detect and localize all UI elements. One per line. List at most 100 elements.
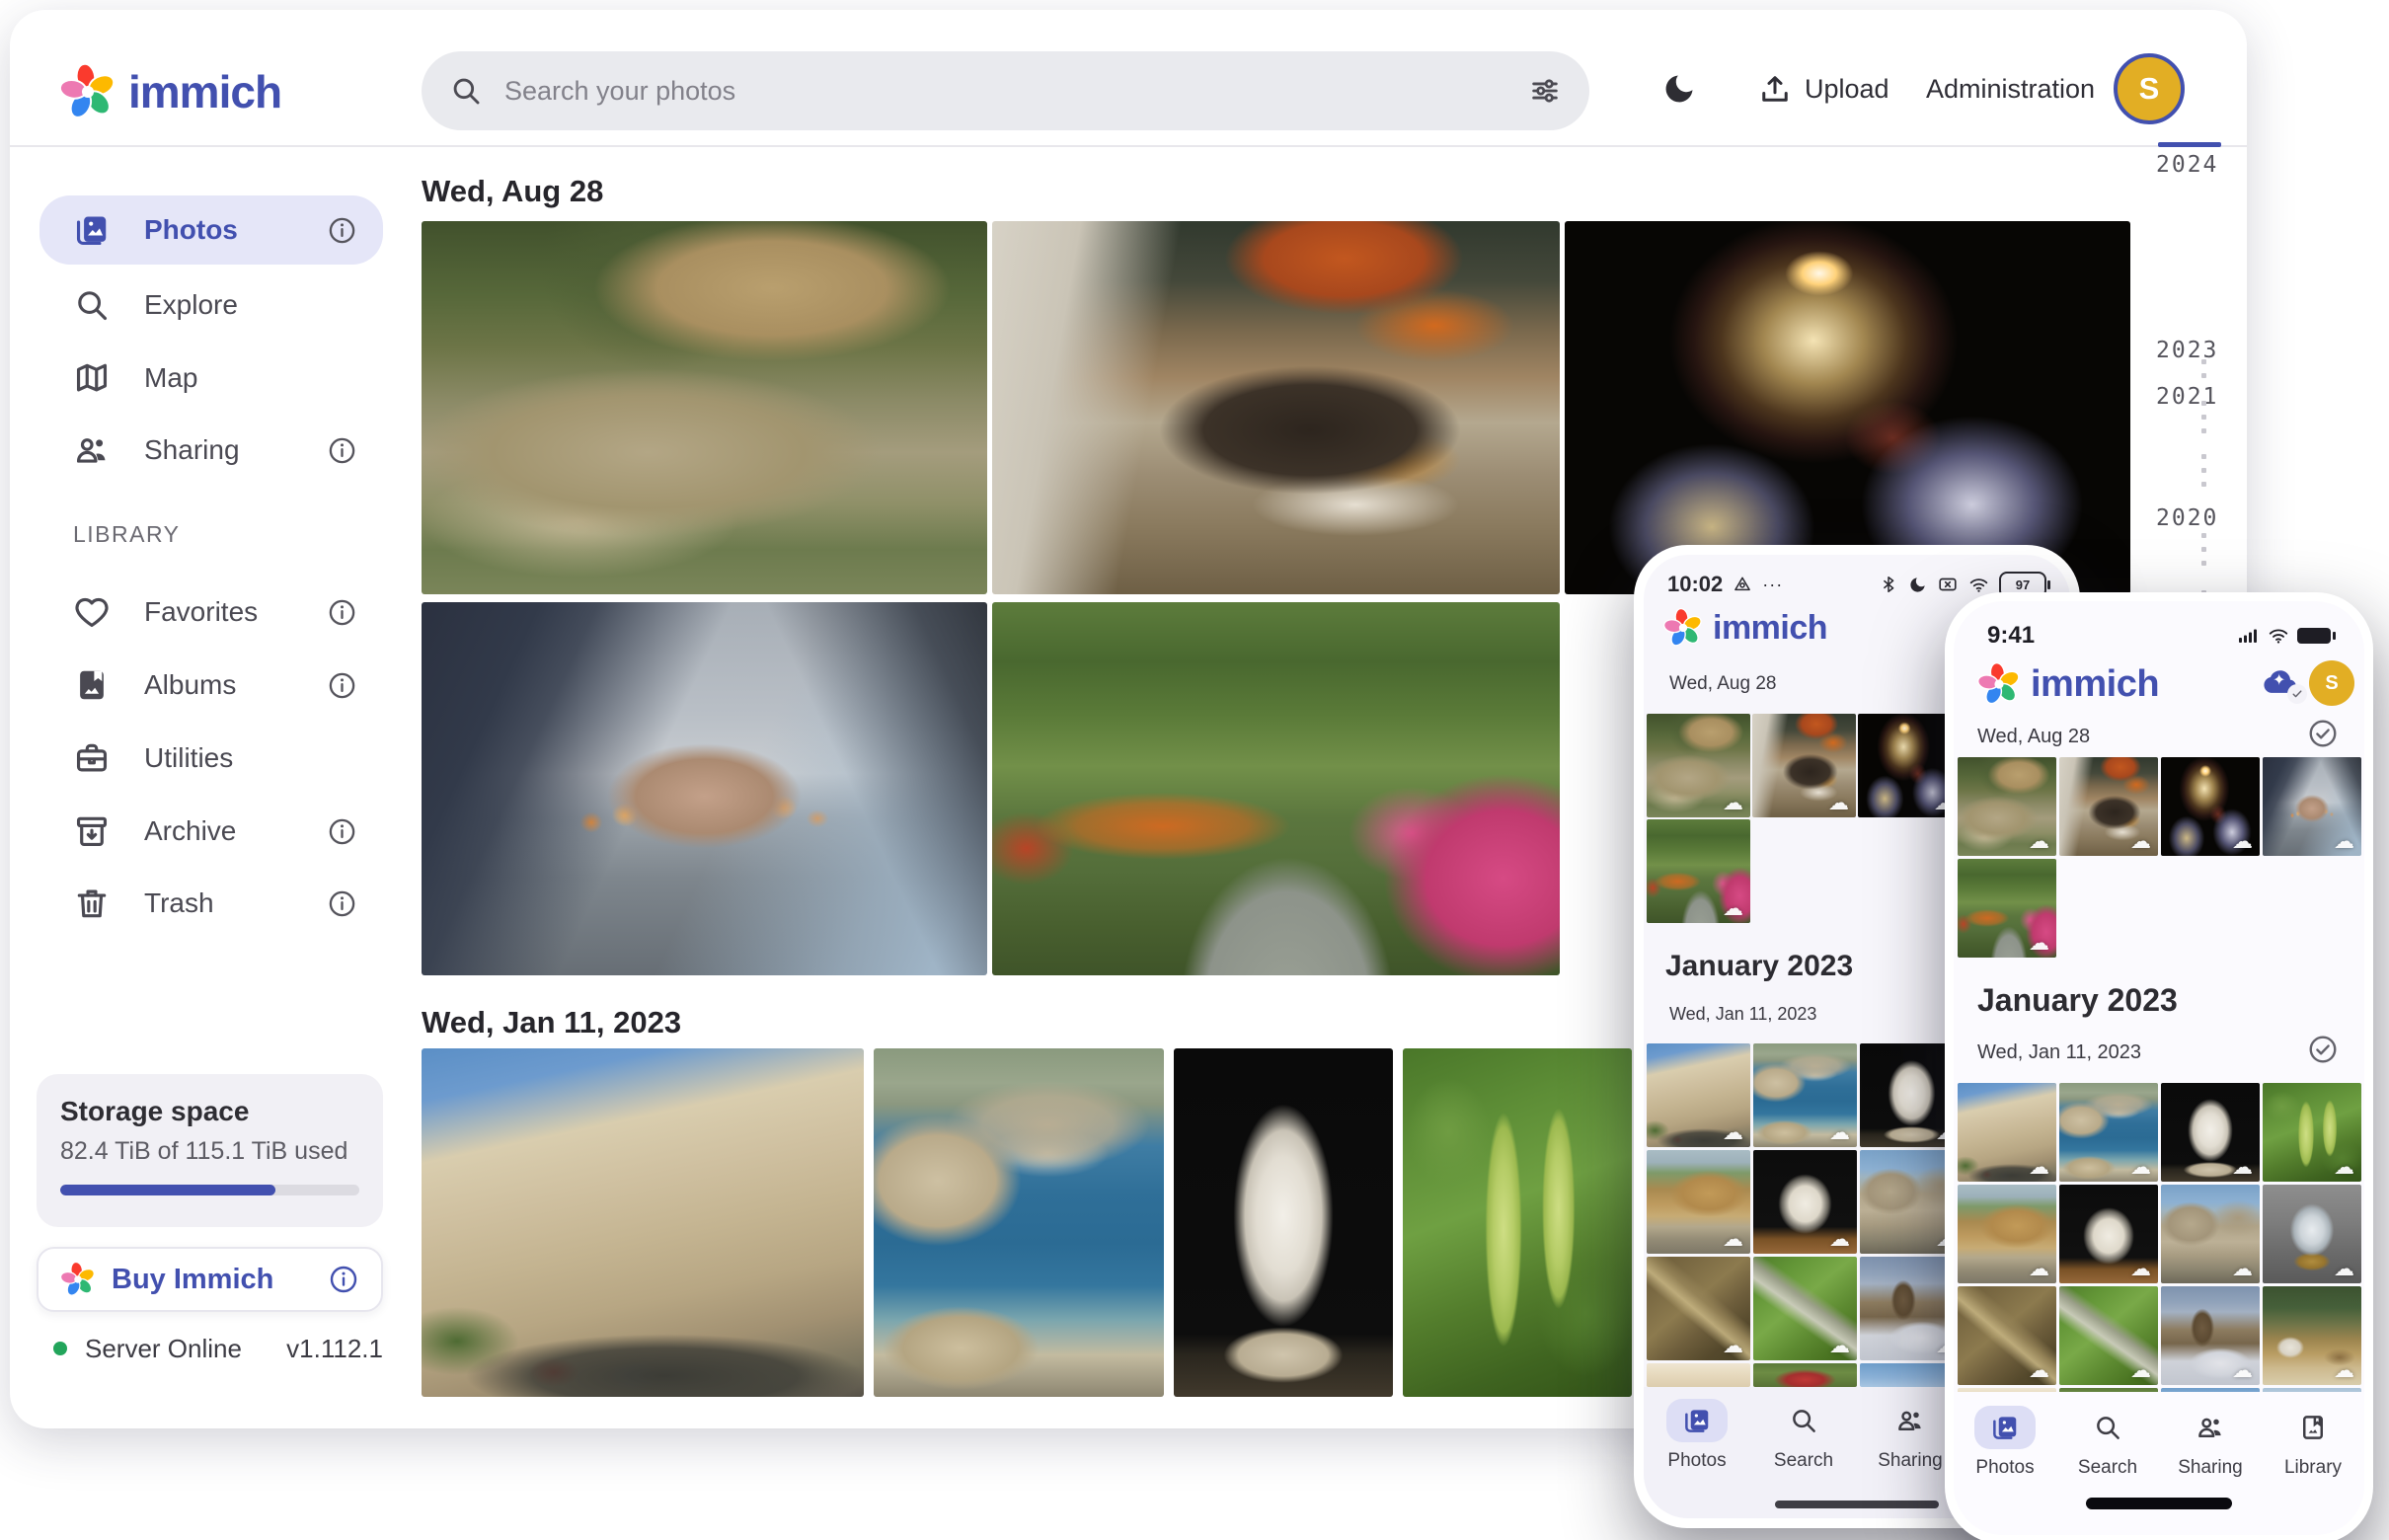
photo-thumbnail[interactable] xyxy=(2161,757,2260,856)
photo-thumbnail[interactable] xyxy=(1403,1048,1632,1397)
photo-thumbnail[interactable] xyxy=(874,1048,1164,1397)
administration-label: Administration xyxy=(1926,74,2095,105)
search-bar[interactable] xyxy=(422,51,1589,130)
nav-item-library[interactable]: Library xyxy=(2262,1392,2364,1535)
header-divider xyxy=(10,145,2247,147)
photo-thumbnail[interactable] xyxy=(422,602,987,975)
sidebar-item-map[interactable]: Map xyxy=(39,347,383,409)
photo-thumbnail[interactable] xyxy=(1647,1043,1750,1147)
heart-icon xyxy=(73,593,111,631)
theme-toggle-button[interactable] xyxy=(1661,71,1697,107)
buy-immich-button[interactable]: Buy Immich xyxy=(37,1247,383,1312)
status-time: 9:41 xyxy=(1987,622,2035,650)
immich-flower-icon xyxy=(1977,662,2021,706)
sidebar-item-explore[interactable]: Explore xyxy=(39,274,383,336)
photo-thumbnail[interactable] xyxy=(1753,1043,1857,1147)
sidebar-item-archive[interactable]: Archive xyxy=(39,801,383,862)
photo-thumbnail[interactable] xyxy=(2263,1083,2361,1182)
sidebar-item-label: Albums xyxy=(144,669,293,701)
search-filter-icon[interactable] xyxy=(1528,74,1562,108)
photo-thumbnail[interactable] xyxy=(2263,757,2361,856)
buy-immich-label: Buy Immich xyxy=(112,1264,312,1296)
photo-thumbnail[interactable] xyxy=(422,1048,864,1397)
photo-thumbnail[interactable] xyxy=(1753,1257,1857,1360)
info-icon[interactable] xyxy=(327,597,357,628)
nav-item-sharing[interactable]: Sharing xyxy=(2159,1392,2262,1535)
photo-row xyxy=(422,602,1560,975)
trash-icon xyxy=(73,885,111,922)
info-icon[interactable] xyxy=(327,670,357,701)
info-icon[interactable] xyxy=(327,435,357,466)
photo-thumbnail[interactable] xyxy=(2059,757,2158,856)
photo-thumbnail[interactable] xyxy=(1958,1185,2056,1283)
photos-icon xyxy=(73,211,111,249)
photo-thumbnail[interactable] xyxy=(1565,221,2130,594)
moon-icon xyxy=(1908,576,1927,594)
photos-icon xyxy=(1990,1413,2020,1442)
administration-link[interactable]: Administration xyxy=(1926,69,2095,109)
photo-thumbnail[interactable] xyxy=(2161,1185,2260,1283)
photo-thumbnail[interactable] xyxy=(1647,1150,1750,1254)
nav-item-photos[interactable]: Photos xyxy=(1954,1392,2056,1535)
photo-thumbnail[interactable] xyxy=(1958,859,2056,958)
photo-thumbnail[interactable] xyxy=(992,221,1560,594)
user-avatar[interactable]: S xyxy=(2114,53,2185,124)
photo-thumbnail[interactable] xyxy=(1174,1048,1393,1397)
photo-thumbnail[interactable] xyxy=(1647,819,1750,923)
photo-thumbnail[interactable] xyxy=(1753,1363,1857,1387)
timeline-tick xyxy=(2201,533,2206,538)
date-group-header: Wed, Jan 11, 2023 xyxy=(1977,1041,2141,1064)
photo-thumbnail[interactable] xyxy=(1958,757,2056,856)
photo-thumbnail[interactable] xyxy=(2059,1083,2158,1182)
photo-thumbnail[interactable] xyxy=(422,221,987,594)
info-icon[interactable] xyxy=(327,816,357,847)
sidebar-item-utilities[interactable]: Utilities xyxy=(39,728,383,789)
select-all-icon[interactable] xyxy=(2307,718,2339,749)
search-icon xyxy=(73,286,111,324)
sidebar-item-photos[interactable]: Photos xyxy=(39,195,383,265)
photo-thumbnail[interactable] xyxy=(992,602,1560,975)
photo-thumbnail[interactable] xyxy=(2161,1083,2260,1182)
timeline-tick xyxy=(2201,547,2206,552)
photo-thumbnail[interactable] xyxy=(2263,1185,2361,1283)
search-input[interactable] xyxy=(502,75,1508,108)
photo-thumbnail[interactable] xyxy=(1647,714,1750,817)
home-indicator[interactable] xyxy=(2086,1498,2232,1509)
info-icon[interactable] xyxy=(327,888,357,919)
home-indicator[interactable] xyxy=(1775,1501,1939,1508)
photo-thumbnail[interactable] xyxy=(1958,1083,2056,1182)
nav-item-search[interactable]: Search xyxy=(1750,1387,1857,1518)
shield-icon xyxy=(1733,575,1752,594)
sharing-icon xyxy=(73,431,111,469)
nav-item-photos[interactable]: Photos xyxy=(1644,1387,1750,1518)
photo-thumbnail[interactable] xyxy=(2059,1286,2158,1385)
info-icon[interactable] xyxy=(327,215,357,246)
photo-thumbnail[interactable] xyxy=(1647,1363,1750,1387)
info-icon[interactable] xyxy=(328,1264,359,1295)
upload-button[interactable]: Upload xyxy=(1757,69,1889,109)
nav-item-search[interactable]: Search xyxy=(2056,1392,2159,1535)
date-group-header: Wed, Jan 11, 2023 xyxy=(422,1005,681,1040)
sidebar-item-trash[interactable]: Trash xyxy=(39,873,383,934)
photo-thumbnail[interactable] xyxy=(2161,1286,2260,1385)
app-logo[interactable]: immich xyxy=(59,61,281,122)
photo-thumbnail[interactable] xyxy=(2263,1286,2361,1385)
sidebar-item-label: Trash xyxy=(144,887,293,919)
photo-thumbnail[interactable] xyxy=(1647,1257,1750,1360)
user-avatar[interactable]: S xyxy=(2309,660,2354,706)
photo-thumbnail[interactable] xyxy=(1752,714,1856,817)
photos-icon xyxy=(1682,1406,1712,1435)
sidebar-item-albums[interactable]: Albums xyxy=(39,654,383,716)
cloud-sync-button[interactable]: ✦ xyxy=(2256,662,2303,702)
search-icon xyxy=(2093,1413,2122,1442)
select-all-icon[interactable] xyxy=(2307,1034,2339,1065)
album-icon xyxy=(73,666,111,704)
sidebar-item-favorites[interactable]: Favorites xyxy=(39,581,383,643)
sidebar-item-label: Explore xyxy=(144,289,383,321)
photo-thumbnail[interactable] xyxy=(1753,1150,1857,1254)
month-header: January 2023 xyxy=(1977,982,2178,1019)
bluetooth-icon xyxy=(1879,575,1898,594)
photo-thumbnail[interactable] xyxy=(1958,1286,2056,1385)
sidebar-item-sharing[interactable]: Sharing xyxy=(39,420,383,481)
photo-thumbnail[interactable] xyxy=(2059,1185,2158,1283)
